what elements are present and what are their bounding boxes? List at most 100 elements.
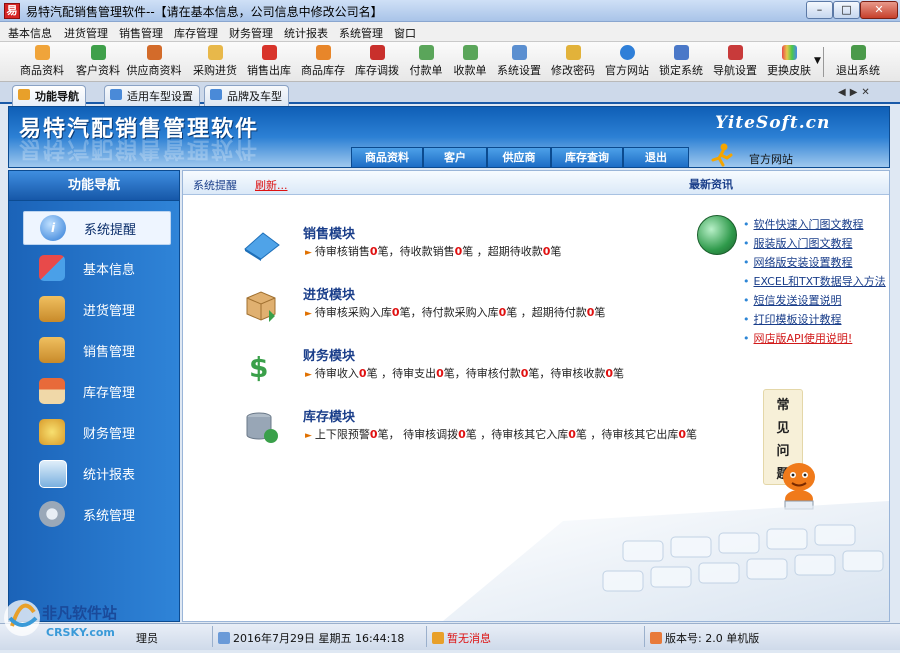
crsky-logo-icon: 非凡软件站 CRSKY.com: [4, 600, 117, 639]
toolbar-label: 客户资料: [76, 64, 120, 77]
inventory-module: 库存模块 ► 上下限预警0笔， 待审核调拨0笔 ，待审核其它入库0笔 ，待审核其它…: [239, 406, 699, 456]
faq-char: 常: [776, 398, 790, 413]
finance-module: $ 财务模块 ► 待审收入0笔 ，待审支出0笔，待审核付款0笔，待审核收款0笔: [239, 345, 699, 395]
chart-icon: [39, 460, 67, 488]
nav-label: 基本信息: [83, 263, 136, 278]
refresh-link[interactable]: 刷新...: [255, 177, 288, 193]
arrow-icon: ►: [305, 309, 312, 319]
dropdown-arrow-icon[interactable]: ▼: [814, 56, 821, 66]
settings-icon: [511, 45, 527, 60]
sales-icon: [261, 45, 277, 60]
toolbar-separator: [823, 47, 824, 77]
toolbar-payment-button[interactable]: 付款单: [406, 44, 446, 80]
toolbar-goods-button[interactable]: 商品资料: [16, 44, 68, 80]
toolbar: 商品资料 客户资料 供应商资料 采购进货 销售出库 商品库存 库存调拨 付款单 …: [0, 42, 900, 82]
app-icon[interactable]: 易: [4, 3, 20, 19]
nav-label: 系统管理: [83, 509, 136, 524]
menu-inventory[interactable]: 库存管理: [174, 25, 218, 41]
news-link-api[interactable]: • 网店版API使用说明!: [743, 330, 852, 346]
banner-nav-goods[interactable]: 商品资料: [351, 147, 423, 167]
toolbar-sales-button[interactable]: 销售出库: [243, 44, 295, 80]
module-stats: ► 待审收入0笔 ，待审支出0笔，待审核付款0笔，待审核收款0笔: [305, 367, 625, 380]
menu-system[interactable]: 系统管理: [339, 25, 383, 41]
official-site-link[interactable]: 官方网站: [749, 151, 793, 167]
maximize-button[interactable]: □: [833, 1, 860, 19]
module-title[interactable]: 库存模块: [303, 406, 355, 425]
book-icon: [244, 232, 280, 261]
module-title[interactable]: 进货模块: [303, 284, 355, 303]
toolbar-label: 修改密码: [551, 64, 595, 77]
banner-nav-supplier[interactable]: 供应商: [487, 147, 551, 167]
toolbar-password-button[interactable]: 修改密码: [548, 44, 598, 80]
toolbar-receipt-button[interactable]: 收款单: [450, 44, 490, 80]
news-link[interactable]: • 短信发送设置说明: [743, 292, 842, 308]
nav-label: 销售管理: [83, 345, 136, 360]
banner-nav-inventory[interactable]: 库存查询: [551, 147, 623, 167]
nav-item-system-reminder[interactable]: i 系统提醒: [23, 211, 171, 245]
news-link[interactable]: • 服装版入门图文教程: [743, 235, 853, 251]
toolbar-label: 退出系统: [836, 64, 880, 77]
status-version: 版本号: 2.0 单机版: [650, 630, 759, 646]
nav-item-inventory[interactable]: 库存管理: [23, 375, 169, 407]
nav-item-purchase[interactable]: 进货管理: [23, 293, 169, 325]
window-title: 易特汽配销售管理软件--【请在基本信息，公司信息中修改公司名】: [26, 5, 383, 19]
web-icon: [619, 45, 635, 60]
nav-item-basic-info[interactable]: 基本信息: [23, 252, 169, 284]
nav-item-finance[interactable]: 财务管理: [23, 416, 169, 448]
box-out-icon: [39, 337, 65, 363]
module-title[interactable]: 销售模块: [303, 223, 355, 242]
banner-nav-exit[interactable]: 退出: [623, 147, 689, 167]
money-icon: $: [249, 351, 268, 383]
news-link[interactable]: • 打印模板设计教程: [743, 311, 842, 327]
tab-vehicle-settings[interactable]: 适用车型设置: [104, 85, 200, 107]
toolbar-transfer-button[interactable]: 库存调拨: [351, 44, 403, 80]
news-link[interactable]: • 软件快速入门图文教程: [743, 216, 864, 232]
menu-window[interactable]: 窗口: [394, 25, 416, 41]
toolbar-supplier-button[interactable]: 供应商资料: [125, 44, 183, 80]
menu-sales[interactable]: 销售管理: [119, 25, 163, 41]
status-datetime: 2016年7月29日 星期五 16:44:18: [218, 630, 404, 646]
toolbar-inventory-button[interactable]: 商品库存: [297, 44, 349, 80]
menu-reports[interactable]: 统计报表: [284, 25, 328, 41]
toolbar-skin-button[interactable]: 更换皮肤: [764, 44, 814, 80]
close-button[interactable]: ✕: [860, 1, 898, 19]
tab-brand-models[interactable]: 品牌及车型: [204, 85, 289, 107]
tab-label: 功能导航: [35, 90, 79, 103]
toolbar-label: 收款单: [453, 64, 487, 77]
status-message[interactable]: 暂无消息: [432, 630, 491, 646]
transfer-icon: [369, 45, 385, 60]
receipt-icon: [462, 45, 478, 60]
nav-label: 库存管理: [83, 386, 136, 401]
module-stats: ► 待审核采购入库0笔，待付款采购入库0笔 ，超期待付款0笔: [305, 306, 606, 319]
toolbar-exit-button[interactable]: 退出系统: [832, 44, 884, 80]
tab-scroll-controls[interactable]: ◀▶✕: [838, 87, 874, 98]
news-link[interactable]: • EXCEL和TXT数据导入方法: [743, 273, 886, 289]
faq-char: 见: [776, 421, 790, 436]
watermark-text: 非凡软件站: [42, 604, 117, 622]
toolbar-settings-button[interactable]: 系统设置: [494, 44, 544, 80]
menu-purchase[interactable]: 进货管理: [64, 25, 108, 41]
password-icon: [565, 45, 581, 60]
tab-bar: 功能导航 适用车型设置 品牌及车型 ◀▶✕: [0, 82, 900, 107]
tab-function-nav[interactable]: 功能导航: [12, 85, 86, 107]
skin-icon: [781, 45, 797, 60]
lock-icon: [673, 45, 689, 60]
toolbar-label: 销售出库: [247, 64, 291, 77]
toolbar-customer-button[interactable]: 客户资料: [72, 44, 124, 80]
toolbar-purchase-button[interactable]: 采购进货: [189, 44, 241, 80]
nav-item-system-management[interactable]: 系统管理: [23, 498, 169, 530]
toolbar-website-button[interactable]: 官方网站: [602, 44, 652, 80]
menu-basic-info[interactable]: 基本信息: [8, 25, 52, 41]
banner-nav-customer[interactable]: 客户: [423, 147, 487, 167]
minimize-button[interactable]: –: [806, 1, 833, 19]
menu-finance[interactable]: 财务管理: [229, 25, 273, 41]
sales-module: 销售模块 ► 待审核销售0笔，待收款销售0笔 ，超期待收款0笔: [239, 223, 699, 273]
running-person-icon: [711, 143, 733, 167]
toolbar-lock-button[interactable]: 锁定系统: [656, 44, 706, 80]
nav-item-reports[interactable]: 统计报表: [23, 457, 169, 489]
toolbar-nav-settings-button[interactable]: 导航设置: [710, 44, 760, 80]
module-title[interactable]: 财务模块: [303, 345, 355, 364]
car-icon: [210, 89, 222, 100]
nav-item-sales[interactable]: 销售管理: [23, 334, 169, 366]
news-link[interactable]: • 网络版安装设置教程: [743, 254, 853, 270]
